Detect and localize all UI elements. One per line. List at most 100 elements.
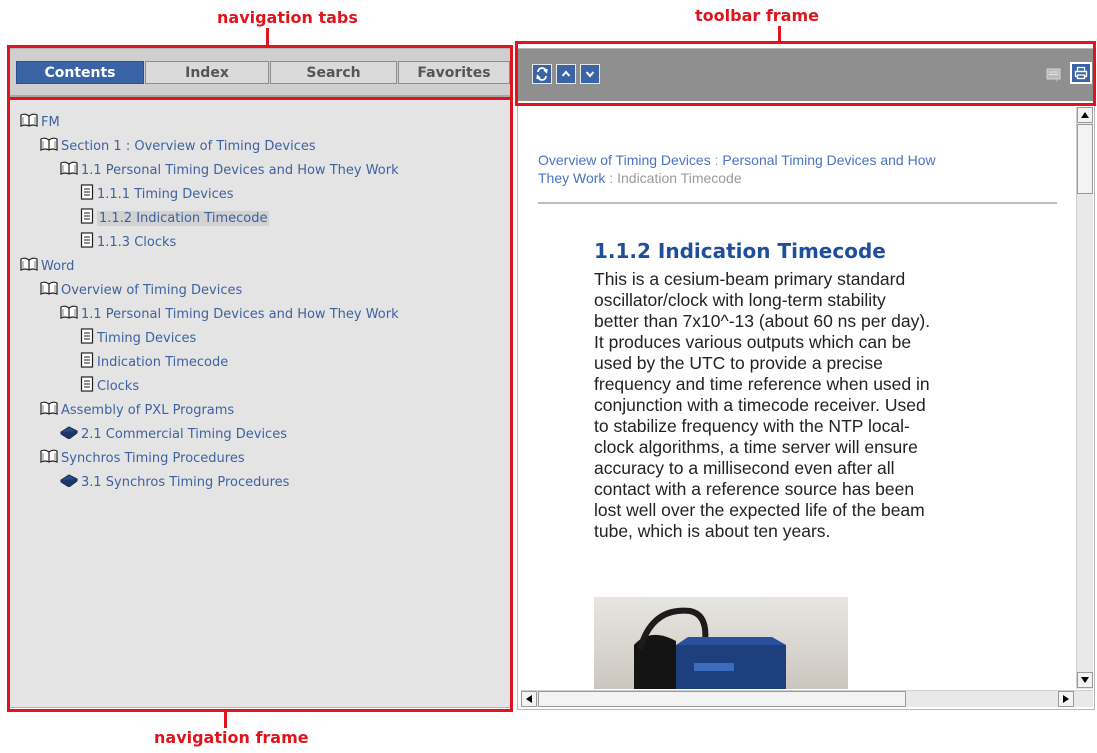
toc-item-label: Overview of Timing Devices [61, 282, 243, 298]
topic-body-line: better than 7x10^-13 (about 60 ns per da… [594, 311, 931, 331]
scroll-left-button[interactable] [521, 691, 537, 707]
open-book-icon [60, 161, 78, 179]
scroll-up-button[interactable] [1077, 107, 1093, 123]
scroll-right-button[interactable] [1058, 691, 1074, 707]
previous-topic-button[interactable] [556, 64, 576, 84]
page-icon [80, 328, 94, 348]
topic-body: This is a cesium-beam primary standard os… [594, 269, 1014, 542]
tab-favorites[interactable]: Favorites [398, 61, 510, 84]
toc-item-label: Word [41, 258, 75, 274]
toc-item[interactable]: 1.1.1 Timing Devices [80, 183, 234, 205]
toc-item-label: 2.1 Commercial Timing Devices [81, 426, 287, 442]
navigation-frame: Contents Index Search Favorites FM Sectio… [9, 48, 513, 708]
breadcrumb-divider [538, 202, 1057, 204]
topic-body-line: It produces various outputs which can be [594, 332, 912, 352]
page-icon [80, 232, 94, 252]
closed-book-icon [60, 473, 78, 491]
toc-item[interactable]: Assembly of PXL Programs [40, 399, 234, 421]
open-book-icon [20, 113, 38, 131]
toc-item-label: 1.1 Personal Timing Devices and How They… [81, 306, 399, 322]
toc-item-label: Indication Timecode [97, 354, 229, 370]
navigation-tabs-pointer [266, 28, 269, 48]
notes-icon[interactable] [1046, 67, 1062, 83]
page-icon [80, 352, 94, 372]
topic-body-line: oscillator/clock with long-term stabilit… [594, 290, 886, 310]
next-topic-icon [585, 71, 595, 78]
toc-item[interactable]: Synchros Timing Procedures [40, 447, 245, 469]
toc-item-label: 1.1.3 Clocks [97, 234, 177, 250]
breadcrumb-link-personal-devices[interactable]: Personal Timing Devices and How [722, 152, 935, 168]
topic-body-line: tube, which is about ten years. [594, 521, 831, 541]
topic-body-line: clock algorithms, a time server will ens… [594, 437, 918, 457]
scroll-down-button[interactable] [1077, 672, 1093, 688]
topic-image [594, 597, 848, 689]
sync-toc-icon [536, 67, 548, 81]
toolbar [518, 49, 1094, 101]
breadcrumb-current: Indication Timecode [617, 170, 742, 186]
toc-item[interactable]: Timing Devices [80, 327, 196, 349]
toc-item[interactable]: Section 1 : Overview of Timing Devices [40, 135, 316, 157]
toc-item-label: 1.1.1 Timing Devices [97, 186, 234, 202]
toc-item[interactable]: 1.1 Personal Timing Devices and How They… [60, 159, 399, 181]
toc-item-label: Synchros Timing Procedures [61, 450, 245, 466]
toc-item[interactable]: 1.1 Personal Timing Devices and How They… [60, 303, 399, 325]
tab-index[interactable]: Index [145, 61, 269, 84]
topic-body-line: to stabilize frequency with the NTP loca… [594, 416, 910, 436]
content-frame: Overview of Timing Devices : Personal Ti… [517, 48, 1095, 710]
open-book-icon [40, 449, 58, 467]
vertical-scrollbar[interactable] [1076, 107, 1093, 689]
breadcrumb: Overview of Timing Devices : Personal Ti… [538, 151, 1038, 187]
topic-body-line: This is a cesium-beam primary standard [594, 269, 906, 289]
arrow-right-icon [1063, 695, 1069, 703]
toc-item-label: 3.1 Synchros Timing Procedures [81, 474, 290, 490]
open-book-icon [40, 401, 58, 419]
topic-body-line: frequency and time reference when used i… [594, 374, 930, 394]
toc-item-label: 1.1 Personal Timing Devices and How They… [81, 162, 399, 178]
breadcrumb-separator-2: : [609, 170, 614, 186]
previous-topic-icon [561, 70, 571, 77]
closed-book-icon [60, 425, 78, 443]
toc-item-label: Timing Devices [97, 330, 197, 346]
print-button[interactable] [1070, 62, 1092, 84]
sync-toc-button[interactable] [532, 64, 552, 84]
navigation-tabs-annotation: navigation tabs [217, 8, 358, 27]
tab-divider [10, 95, 512, 97]
topic-body-line: contact with a reference source has been [594, 479, 915, 499]
open-book-icon [40, 281, 58, 299]
open-book-icon [60, 305, 78, 323]
breadcrumb-link-personal-devices-cont[interactable]: They Work [538, 170, 605, 186]
page-icon [80, 184, 94, 204]
arrow-down-icon [1081, 677, 1089, 683]
toc-item[interactable]: FM [20, 111, 60, 133]
toc-item[interactable]: Clocks [80, 375, 139, 397]
arrow-up-icon [1081, 112, 1089, 118]
navigation-tabs: Contents Index Search Favorites [10, 49, 512, 97]
horizontal-scroll-thumb[interactable] [538, 691, 906, 707]
toc-item[interactable]: 2.1 Commercial Timing Devices [60, 423, 287, 445]
topic-body-line: lost well over the expected life of the … [594, 500, 925, 520]
open-book-icon [40, 137, 58, 155]
tab-contents[interactable]: Contents [16, 61, 144, 84]
toolbar-frame-annotation: toolbar frame [695, 6, 819, 25]
toc-item-label: FM [41, 114, 60, 130]
breadcrumb-link-overview[interactable]: Overview of Timing Devices [538, 152, 711, 168]
toc-item[interactable]: 1.1.2 Indication Timecode [80, 207, 270, 229]
toc-item[interactable]: 3.1 Synchros Timing Procedures [60, 471, 289, 493]
vertical-scroll-thumb[interactable] [1077, 124, 1093, 194]
navigation-frame-pointer [224, 712, 227, 728]
toolbar-frame-pointer [778, 26, 781, 44]
toc-item[interactable]: Overview of Timing Devices [40, 279, 242, 301]
topic-body-line: used by the UTC to provide a precise [594, 353, 883, 373]
toc-item[interactable]: 1.1.3 Clocks [80, 231, 176, 253]
toc-item-label: Clocks [97, 378, 140, 394]
breadcrumb-separator: : [714, 152, 719, 168]
next-topic-button[interactable] [580, 64, 600, 84]
page-icon [80, 208, 94, 228]
print-icon [1074, 66, 1088, 80]
tab-search[interactable]: Search [270, 61, 397, 84]
page-icon [80, 376, 94, 396]
topic-title: 1.1.2 Indication Timecode [594, 239, 886, 263]
horizontal-scrollbar[interactable] [521, 690, 1093, 707]
toc-item[interactable]: Indication Timecode [80, 351, 228, 373]
toc-item[interactable]: Word [20, 255, 74, 277]
